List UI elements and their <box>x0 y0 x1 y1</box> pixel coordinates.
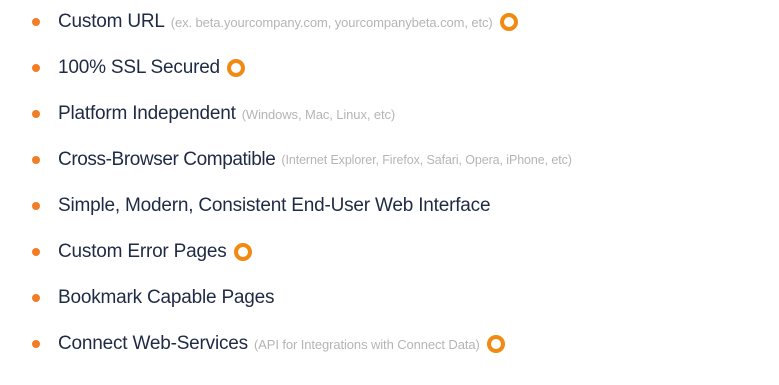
bullet-dot <box>32 64 40 72</box>
orange-ring-icon <box>486 335 505 353</box>
bullet-dot <box>32 340 40 348</box>
bullet-dot <box>32 294 40 302</box>
feature-title: Simple, Modern, Consistent End-User Web … <box>58 195 491 216</box>
feature-note: (Windows, Mac, Linux, etc) <box>241 106 396 122</box>
feature-item-custom-error-pages: Custom Error Pages <box>0 237 779 267</box>
feature-note: (ex. beta.yourcompany.com, yourcompanybe… <box>170 14 493 30</box>
feature-title: Bookmark Capable Pages <box>58 287 275 308</box>
orange-ring-icon <box>499 13 518 31</box>
feature-item-cross-browser: Cross-Browser Compatible (Internet Explo… <box>0 145 779 175</box>
bullet-dot <box>32 110 40 118</box>
bullet-dot <box>32 202 40 210</box>
feature-note: (API for Integrations with Connect Data) <box>253 336 480 352</box>
feature-note: (Internet Explorer, Firefox, Safari, Ope… <box>281 153 572 167</box>
feature-title: Custom Error Pages <box>58 241 227 262</box>
feature-title: Custom URL <box>58 11 165 32</box>
feature-title-wrapper: Cross-Browser Compatible (Internet Explo… <box>58 149 572 171</box>
feature-title-wrapper: Simple, Modern, Consistent End-User Web … <box>58 195 491 217</box>
feature-title-wrapper: Bookmark Capable Pages <box>58 287 275 309</box>
feature-item-platform-independent: Platform Independent (Windows, Mac, Linu… <box>0 99 779 129</box>
orange-ring-icon <box>226 59 245 77</box>
feature-title: 100% SSL Secured <box>58 57 220 78</box>
bullet-dot <box>32 248 40 256</box>
feature-title-wrapper: Custom URL (ex. beta.yourcompany.com, yo… <box>58 11 518 33</box>
feature-title-wrapper: 100% SSL Secured <box>58 57 245 79</box>
feature-title: Connect Web-Services <box>58 333 248 354</box>
feature-item-ssl-secured: 100% SSL Secured <box>0 53 779 83</box>
bullet-dot <box>32 156 40 164</box>
feature-title-wrapper: Connect Web-Services (API for Integratio… <box>58 333 505 355</box>
feature-title: Cross-Browser Compatible <box>58 149 276 170</box>
feature-item-custom-url: Custom URL (ex. beta.yourcompany.com, yo… <box>0 7 779 37</box>
feature-item-bookmark-pages: Bookmark Capable Pages <box>0 283 779 313</box>
feature-item-web-interface: Simple, Modern, Consistent End-User Web … <box>0 191 779 221</box>
bullet-dot <box>32 18 40 26</box>
feature-title: Platform Independent <box>58 103 236 124</box>
feature-title-wrapper: Platform Independent (Windows, Mac, Linu… <box>58 103 395 125</box>
orange-ring-icon <box>233 243 252 261</box>
feature-title-wrapper: Custom Error Pages <box>58 241 252 263</box>
feature-item-web-services: Connect Web-Services (API for Integratio… <box>0 329 779 359</box>
